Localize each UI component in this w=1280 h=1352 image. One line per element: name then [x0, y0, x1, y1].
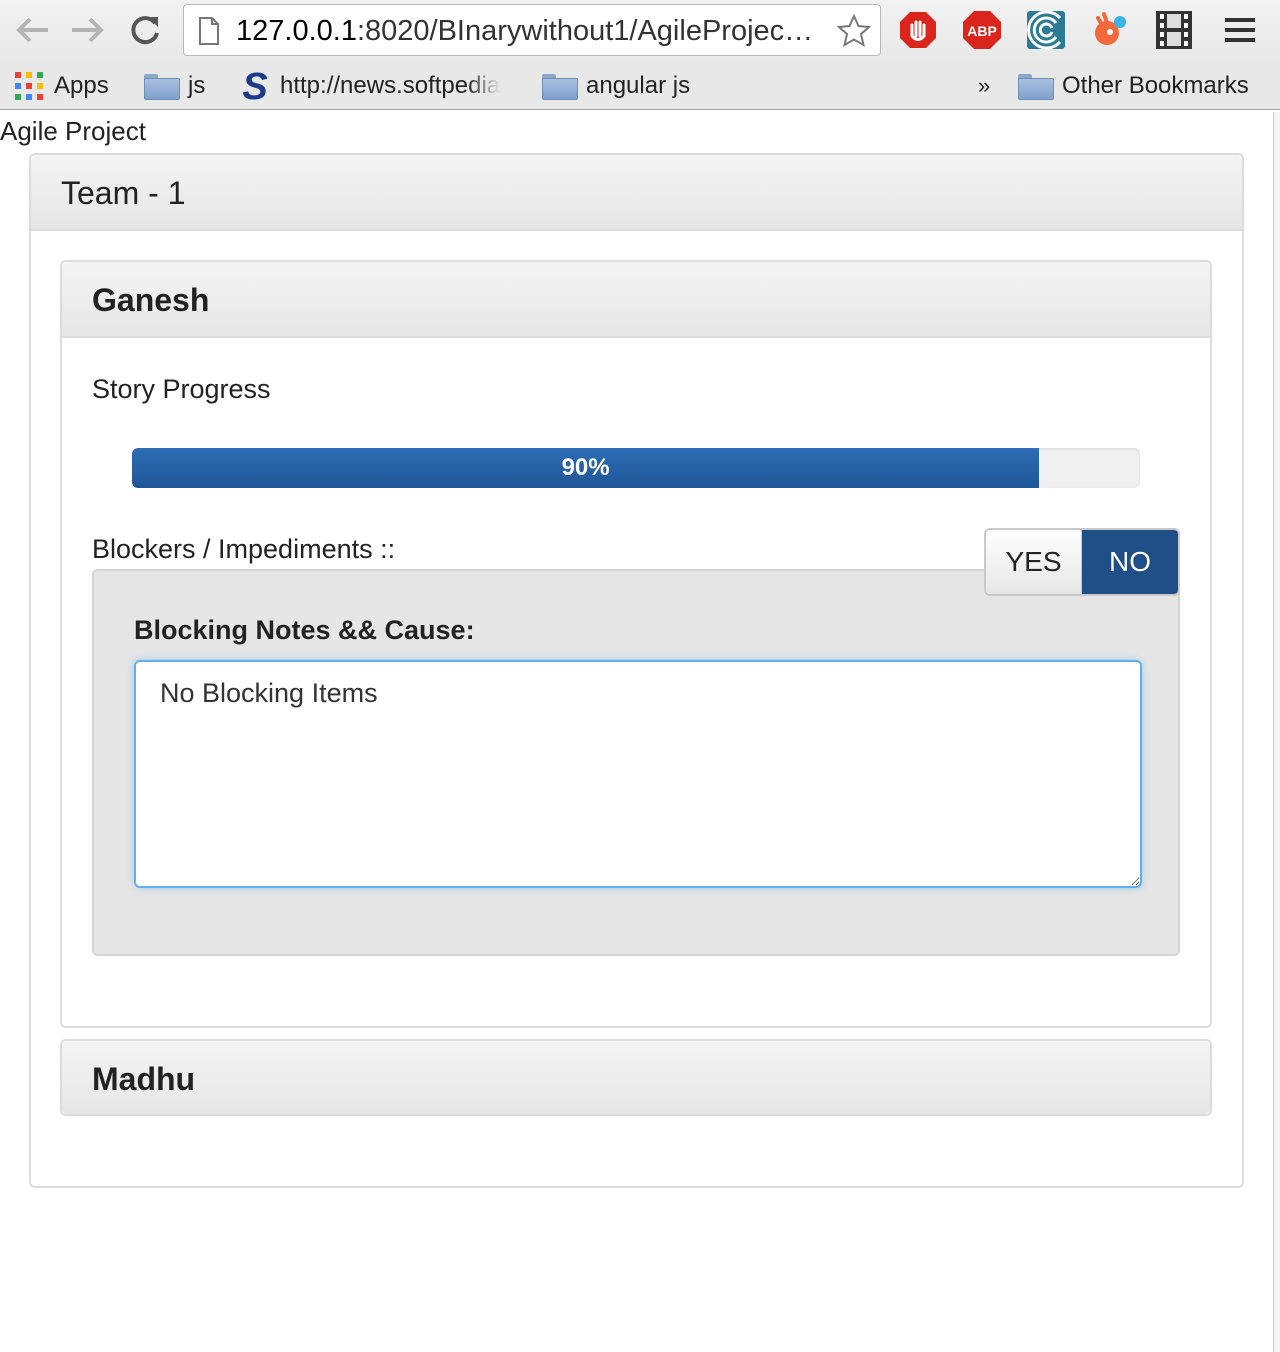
reload-button[interactable] — [127, 12, 163, 48]
chevron-double-right-icon: » — [978, 73, 991, 98]
url-host: 127.0.0.1 — [236, 15, 357, 47]
address-bar[interactable]: 127.0.0.1:8020/BInarywithout1/AgileProje… — [183, 4, 881, 56]
page-title: Agile Project — [0, 116, 146, 146]
apps-grid-icon — [15, 72, 43, 100]
bookmark-folder-js[interactable]: js — [144, 68, 205, 104]
url-path: :8020/BInarywithout1/AgileProjec… — [356, 15, 814, 47]
story-progress-bar: 90% — [132, 448, 1140, 488]
blocking-notes-label: Blocking Notes && Cause: — [134, 615, 475, 645]
bookmark-label: http://news.softpedia — [280, 72, 501, 99]
bookmarks-bar: Apps js S http://news.softpedia angular … — [0, 62, 1280, 110]
back-button[interactable] — [14, 12, 50, 48]
page-icon — [198, 17, 220, 50]
blocker-toggle: YES NO — [984, 528, 1180, 596]
folder-icon — [144, 74, 180, 100]
softpedia-icon: S — [242, 69, 267, 103]
wave-icon[interactable] — [1026, 10, 1066, 50]
blockers-label: Blockers / Impediments :: — [92, 534, 396, 564]
bookmark-label: Other Bookmarks — [1062, 72, 1249, 99]
forward-arrow-icon — [72, 17, 104, 43]
bookmark-label: Apps — [54, 72, 109, 99]
folder-icon — [542, 74, 578, 100]
bookmarks-overflow-button[interactable]: » — [978, 68, 990, 104]
menu-icon[interactable] — [1220, 10, 1260, 50]
bookmark-folder-angular[interactable]: angular js — [542, 68, 690, 104]
member-name: Madhu — [92, 1061, 196, 1097]
story-progress-label: Story Progress — [92, 374, 271, 404]
bird-icon[interactable] — [1090, 10, 1130, 50]
blocking-notes-well: Blocking Notes && Cause: No Blocking Ite… — [92, 569, 1180, 956]
team-name: Team - 1 — [61, 175, 186, 211]
forward-button[interactable] — [70, 12, 106, 48]
toggle-yes-button[interactable]: YES — [986, 530, 1082, 594]
toggle-no-button[interactable]: NO — [1082, 530, 1178, 594]
folder-icon — [1018, 74, 1054, 100]
bookmark-apps[interactable]: Apps — [14, 68, 109, 104]
back-arrow-icon — [16, 17, 48, 43]
blocking-notes-textarea[interactable]: No Blocking Items — [134, 660, 1142, 888]
member-panel-header[interactable]: Madhu — [62, 1041, 1210, 1114]
reload-icon — [131, 16, 159, 45]
bookmark-folder-other[interactable]: Other Bookmarks — [1018, 68, 1249, 104]
adblock-icon[interactable]: ABP — [962, 10, 1002, 50]
film-icon[interactable] — [1154, 10, 1194, 50]
bookmark-softpedia[interactable]: S http://news.softpedia — [240, 68, 500, 104]
member-panel-header[interactable]: Ganesh — [62, 262, 1210, 338]
address-url[interactable]: 127.0.0.1:8020/BInarywithout1/AgileProje… — [236, 15, 826, 48]
stop-hand-icon[interactable] — [898, 10, 938, 50]
member-name: Ganesh — [92, 282, 210, 318]
team-panel-header[interactable]: Team - 1 — [31, 155, 1242, 231]
browser-toolbar: 127.0.0.1:8020/BInarywithout1/AgileProje… — [0, 0, 1280, 62]
bookmark-label: angular js — [586, 72, 691, 99]
bookmark-star-icon[interactable] — [836, 13, 872, 54]
member-panel-madhu: Madhu — [60, 1039, 1212, 1116]
window-edge — [1273, 112, 1280, 1352]
progress-fill: 90% — [132, 448, 1040, 488]
bookmark-label: js — [188, 72, 206, 99]
svg-text:ABP: ABP — [967, 23, 997, 39]
svg-text:S: S — [242, 69, 267, 103]
